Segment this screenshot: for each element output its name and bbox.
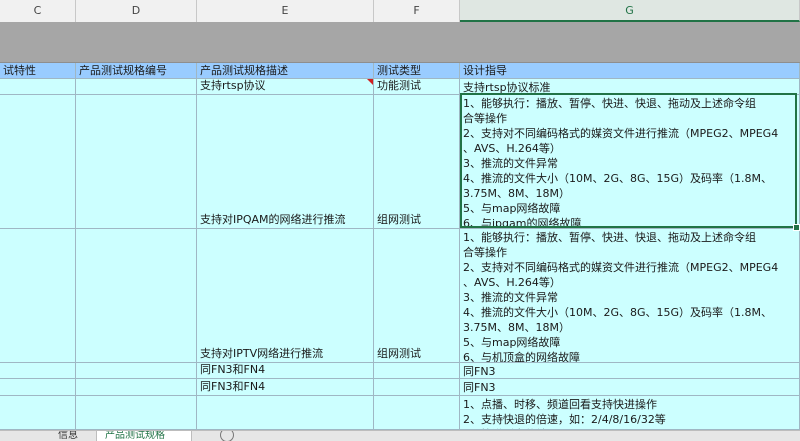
cell-spec-desc[interactable]: 支持对IPTV网络进行推流 <box>197 229 374 363</box>
design-guide-line: 5、与map网络故障 <box>463 202 561 215</box>
design-guide-line: 3、推流的文件异常 <box>463 157 558 170</box>
cell-feature[interactable] <box>0 379 76 396</box>
design-guide-line: 4、推流的文件大小（10M、2G、8G、15G）及码率（1.8M、 <box>463 172 773 185</box>
fill-handle[interactable] <box>793 224 800 231</box>
cell-design-guide[interactable]: 1、能够执行：播放、暂停、快进、快退、拖动及上述命令组 合等操作 2、支持对不同编码… <box>460 229 800 363</box>
design-guide-line: 支持rtsp协议标准 <box>463 81 551 94</box>
design-guide-line: 同FN3 <box>463 365 496 378</box>
table-row: 支持对IPTV网络进行推流 组网测试 1、能够执行：播放、暂停、快进、快退、拖动… <box>0 229 800 363</box>
design-guide-lines: 同FN3 <box>463 380 796 395</box>
cell-test-type[interactable]: 组网测试 <box>374 229 460 363</box>
cell-test-type[interactable] <box>374 363 460 379</box>
cell-spec-id[interactable] <box>76 79 197 95</box>
design-guide-line: 5、与map网络故障 <box>463 336 561 349</box>
design-guide-line: 2、支持对不同编码格式的媒资文件进行推流（MPEG2、MPEG4 <box>463 261 779 274</box>
table-row: 支持对IPQAM的网络进行推流 组网测试 1、能够执行：播放、暂停、快进、快退、… <box>0 95 800 229</box>
sheet-tab-product-spec[interactable]: 产品测试规格 <box>96 431 192 441</box>
column-header-e[interactable]: E <box>197 0 374 22</box>
sheet-tab-bar: 信息 产品测试规格 <box>0 430 800 441</box>
design-guide-lines: 1、能够执行：播放、暂停、快进、快退、拖动及上述命令组 合等操作 2、支持对不同编码… <box>463 230 796 363</box>
design-guide-line: 2、支持快退的倍速，如：2/4/8/16/32等 <box>463 413 666 426</box>
column-header-bar: C D E F G <box>0 0 800 23</box>
cell-spec-id[interactable] <box>76 363 197 379</box>
column-header-d[interactable]: D <box>76 0 197 22</box>
cell-spec-id[interactable] <box>76 396 197 430</box>
comment-indicator-icon[interactable] <box>367 79 373 85</box>
cell-feature[interactable] <box>0 95 76 229</box>
cell-spec-desc-text: 支持对IPTV网络进行推流 <box>200 347 324 360</box>
merged-title-band[interactable] <box>0 22 800 63</box>
design-guide-line: 6、与机顶盒的网络故障 <box>463 351 580 363</box>
design-guide-line: 3.75M、8M、18M） <box>463 321 570 334</box>
cell-design-guide[interactable]: 同FN3 <box>460 363 800 379</box>
design-guide-line: 同FN3 <box>463 381 496 394</box>
header-cell-spec-id[interactable]: 产品测试规格编号 <box>76 63 197 79</box>
design-guide-line: 1、点播、时移、频道回看支持快进操作 <box>463 398 657 411</box>
cell-test-type[interactable]: 组网测试 <box>374 95 460 229</box>
header-cell-test-type[interactable]: 测试类型 <box>374 63 460 79</box>
design-guide-line: 1、能够执行：播放、暂停、快进、快退、拖动及上述命令组 <box>463 97 756 110</box>
design-guide-line: 2、支持对不同编码格式的媒资文件进行推流（MPEG2、MPEG4 <box>463 127 779 140</box>
table-row: 支持rtsp协议 功能测试 支持rtsp协议标准 <box>0 79 800 95</box>
cell-spec-desc[interactable]: 同FN3和FN4 <box>197 363 374 379</box>
cell-spec-desc[interactable] <box>197 396 374 430</box>
column-header-c[interactable]: C <box>0 0 76 22</box>
cell-test-type-text: 组网测试 <box>377 347 421 360</box>
design-guide-lines: 同FN3 <box>463 364 796 378</box>
cell-spec-id[interactable] <box>76 229 197 363</box>
design-guide-line: 6、与ipqam的网络故障 <box>463 217 582 229</box>
sheet-tab-info[interactable]: 信息 <box>50 431 86 441</box>
cell-spec-desc-text: 同FN3和FN4 <box>200 380 266 393</box>
design-guide-line: 3.75M、8M、18M） <box>463 187 570 200</box>
cell-spec-id[interactable] <box>76 379 197 396</box>
cell-design-guide[interactable]: 同FN3 <box>460 379 800 396</box>
table-row: 1、点播、时移、频道回看支持快进操作 2、支持快退的倍速，如：2/4/8/16/3… <box>0 396 800 430</box>
cell-spec-desc-text: 支持rtsp协议 <box>200 79 266 92</box>
header-cell-feature[interactable]: 试特性 <box>0 63 76 79</box>
cell-test-type[interactable] <box>374 379 460 396</box>
design-guide-line: 、AVS、H.264等） <box>463 276 561 289</box>
cell-test-type[interactable]: 功能测试 <box>374 79 460 95</box>
cell-feature[interactable] <box>0 229 76 363</box>
table-row: 同FN3和FN4 同FN3 <box>0 379 800 396</box>
design-guide-line: 合等操作 <box>463 112 507 125</box>
design-guide-line: 合等操作 <box>463 246 507 259</box>
table-row: 同FN3和FN4 同FN3 <box>0 363 800 379</box>
cell-spec-desc[interactable]: 同FN3和FN4 <box>197 379 374 396</box>
design-guide-lines: 1、能够执行：播放、暂停、快进、快退、拖动及上述命令组 合等操作 2、支持对不同编码… <box>463 96 796 229</box>
cell-feature[interactable] <box>0 79 76 95</box>
cell-spec-desc-text: 同FN3和FN4 <box>200 363 266 376</box>
table-header-row: 试特性 产品测试规格编号 产品测试规格描述 测试类型 设计指导 <box>0 63 800 79</box>
cell-test-type[interactable] <box>374 396 460 430</box>
cell-spec-id[interactable] <box>76 95 197 229</box>
cell-design-guide[interactable]: 支持rtsp协议标准 <box>460 79 800 95</box>
design-guide-line: 、AVS、H.264等） <box>463 142 561 155</box>
cell-feature[interactable] <box>0 363 76 379</box>
cell-design-guide[interactable]: 1、能够执行：播放、暂停、快进、快退、拖动及上述命令组 合等操作 2、支持对不同编码… <box>460 95 800 229</box>
cell-spec-desc[interactable]: 支持对IPQAM的网络进行推流 <box>197 95 374 229</box>
design-guide-line: 4、推流的文件大小（10M、2G、8G、15G）及码率（1.8M、 <box>463 306 773 319</box>
design-guide-lines: 1、点播、时移、频道回看支持快进操作 2、支持快退的倍速，如：2/4/8/16/3… <box>463 397 796 429</box>
header-cell-design-guide[interactable]: 设计指导 <box>460 63 800 79</box>
cell-test-type-text: 组网测试 <box>377 213 421 226</box>
design-guide-line: 3、推流的文件异常 <box>463 291 558 304</box>
cell-spec-desc-text: 支持对IPQAM的网络进行推流 <box>200 213 346 226</box>
design-guide-line: 1、能够执行：播放、暂停、快进、快退、拖动及上述命令组 <box>463 231 756 244</box>
design-guide-lines: 支持rtsp协议标准 <box>463 80 796 94</box>
header-cell-spec-desc[interactable]: 产品测试规格描述 <box>197 63 374 79</box>
column-header-f[interactable]: F <box>374 0 460 22</box>
add-sheet-icon[interactable] <box>220 431 234 441</box>
cell-design-guide[interactable]: 1、点播、时移、频道回看支持快进操作 2、支持快退的倍速，如：2/4/8/16/3… <box>460 396 800 430</box>
column-header-g[interactable]: G <box>460 0 800 22</box>
cell-feature[interactable] <box>0 396 76 430</box>
cell-spec-desc[interactable]: 支持rtsp协议 <box>197 79 374 95</box>
